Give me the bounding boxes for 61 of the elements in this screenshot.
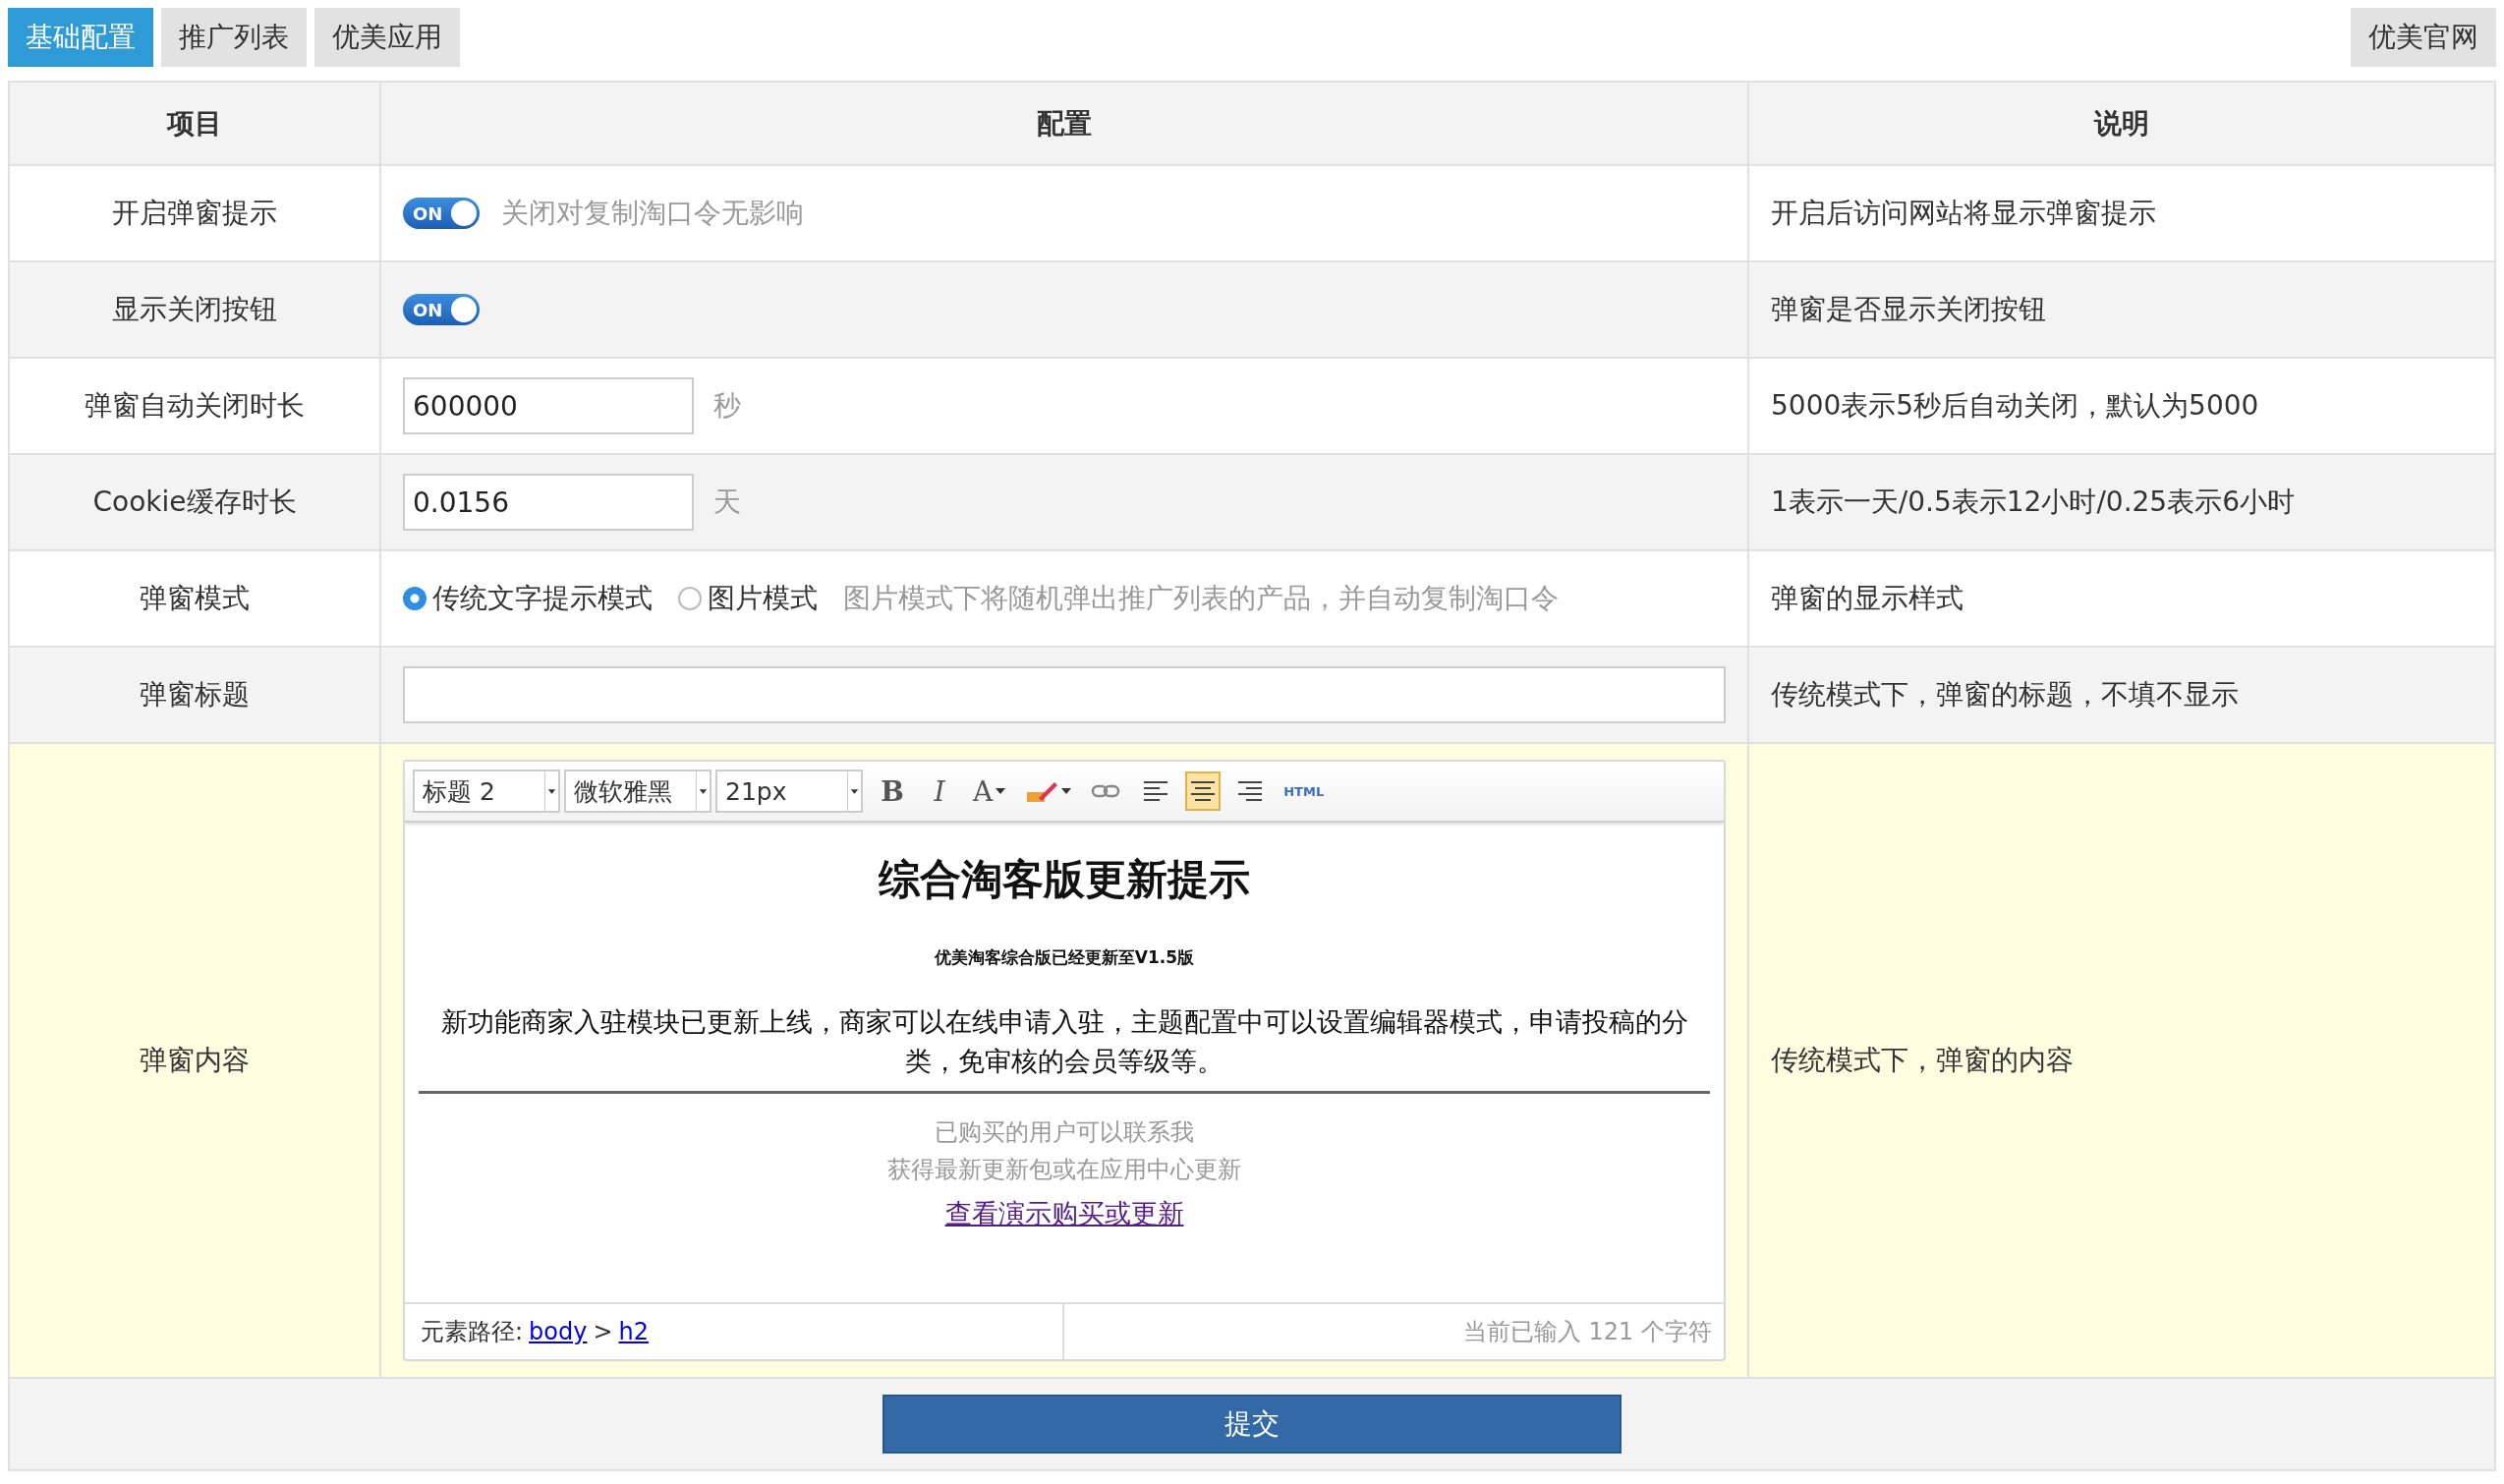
row-label: 弹窗标题 xyxy=(140,677,250,713)
row-description: 弹窗的显示样式 xyxy=(1771,581,1963,616)
dropdown-select[interactable]: 微软雅黑 xyxy=(564,770,711,813)
font-color-button[interactable]: A xyxy=(969,771,1010,811)
hint-text: 图片模式下将随机弹出推广列表的产品，并自动复制淘口令 xyxy=(843,581,1559,616)
radio-label[interactable]: 传统文字提示模式 xyxy=(432,580,653,617)
tab[interactable]: 推广列表 xyxy=(161,8,307,67)
radio-label[interactable]: 图片模式 xyxy=(708,580,818,617)
row-description: 开启后访问网站将显示弹窗提示 xyxy=(1771,196,2156,231)
column-header: 项目 xyxy=(10,83,381,166)
align-right-icon xyxy=(1237,780,1264,802)
caret-icon xyxy=(544,771,558,811)
content-subheading: 优美淘客综合版已经更新至V1.5版 xyxy=(934,946,1195,969)
bold-button[interactable]: B xyxy=(875,771,910,811)
align-left-icon xyxy=(1143,780,1169,802)
unit-text: 秒 xyxy=(713,388,741,424)
content-paragraph: 新功能商家入驻模块已更新上线，商家可以在线申请入驻，主题配置中可以设置编辑器模式，申请投稿的分类，免审核的会员等级等。 xyxy=(419,1002,1710,1094)
tab[interactable]: 优美应用 xyxy=(314,8,460,67)
content-link[interactable]: 查看演示购买或更新 xyxy=(944,1196,1184,1231)
path-link[interactable]: body xyxy=(529,1318,588,1345)
site-button[interactable]: 优美官网 xyxy=(2351,8,2496,67)
caret-icon xyxy=(847,771,861,811)
italic-button[interactable]: I xyxy=(922,771,957,811)
caret-icon xyxy=(696,771,710,811)
radio-button[interactable] xyxy=(403,587,427,610)
unit-text: 天 xyxy=(713,485,741,520)
row-label: 开启弹窗提示 xyxy=(112,196,277,231)
path-link[interactable]: h2 xyxy=(618,1318,650,1345)
toggle-switch[interactable]: ON xyxy=(403,198,480,229)
toggle-switch[interactable]: ON xyxy=(403,294,480,325)
content-text: 已购买的用户可以联系我 xyxy=(935,1117,1194,1148)
row-label: 弹窗自动关闭时长 xyxy=(85,388,305,424)
caret-icon xyxy=(1061,787,1072,795)
input-field[interactable] xyxy=(403,666,1726,723)
align-center-icon xyxy=(1190,780,1217,802)
row-label: 弹窗模式 xyxy=(140,581,250,616)
column-header: 说明 xyxy=(1749,83,2494,166)
character-count: 当前已输入 121 个字符 xyxy=(1462,1317,1712,1347)
dropdown-select[interactable]: 21px xyxy=(715,770,863,813)
caret-icon xyxy=(996,787,1006,795)
path-separator: > xyxy=(593,1318,613,1345)
align-center-button[interactable] xyxy=(1185,771,1222,811)
row-label: Cookie缓存时长 xyxy=(92,485,297,520)
column-header: 配置 xyxy=(381,83,1749,166)
row-description: 传统模式下，弹窗的标题，不填不显示 xyxy=(1771,677,2239,713)
path-label: 元素路径: xyxy=(421,1317,524,1347)
row-label: 显示关闭按钮 xyxy=(112,292,277,327)
row-description: 弹窗是否显示关闭按钮 xyxy=(1771,292,2046,327)
content-heading: 综合淘客版更新提示 xyxy=(879,854,1250,905)
row-label: 弹窗内容 xyxy=(140,1043,250,1078)
input-field[interactable]: 600000 xyxy=(403,377,694,434)
row-description: 传统模式下，弹窗的内容 xyxy=(1771,1043,2074,1078)
html-button[interactable]: HTML xyxy=(1280,771,1329,811)
submit-button[interactable]: 提交 xyxy=(882,1395,1622,1454)
row-description: 5000表示5秒后自动关闭，默认为5000 xyxy=(1771,388,2259,424)
radio-button[interactable] xyxy=(678,587,702,610)
input-field[interactable]: 0.0156 xyxy=(403,474,694,531)
dropdown-select[interactable]: 标题 2 xyxy=(413,770,560,813)
hint-text: 关闭对复制淘口令无影响 xyxy=(501,196,804,231)
row-description: 1表示一天/0.5表示12小时/0.25表示6小时 xyxy=(1771,485,2295,520)
content-text: 获得最新更新包或在应用中心更新 xyxy=(887,1155,1241,1185)
